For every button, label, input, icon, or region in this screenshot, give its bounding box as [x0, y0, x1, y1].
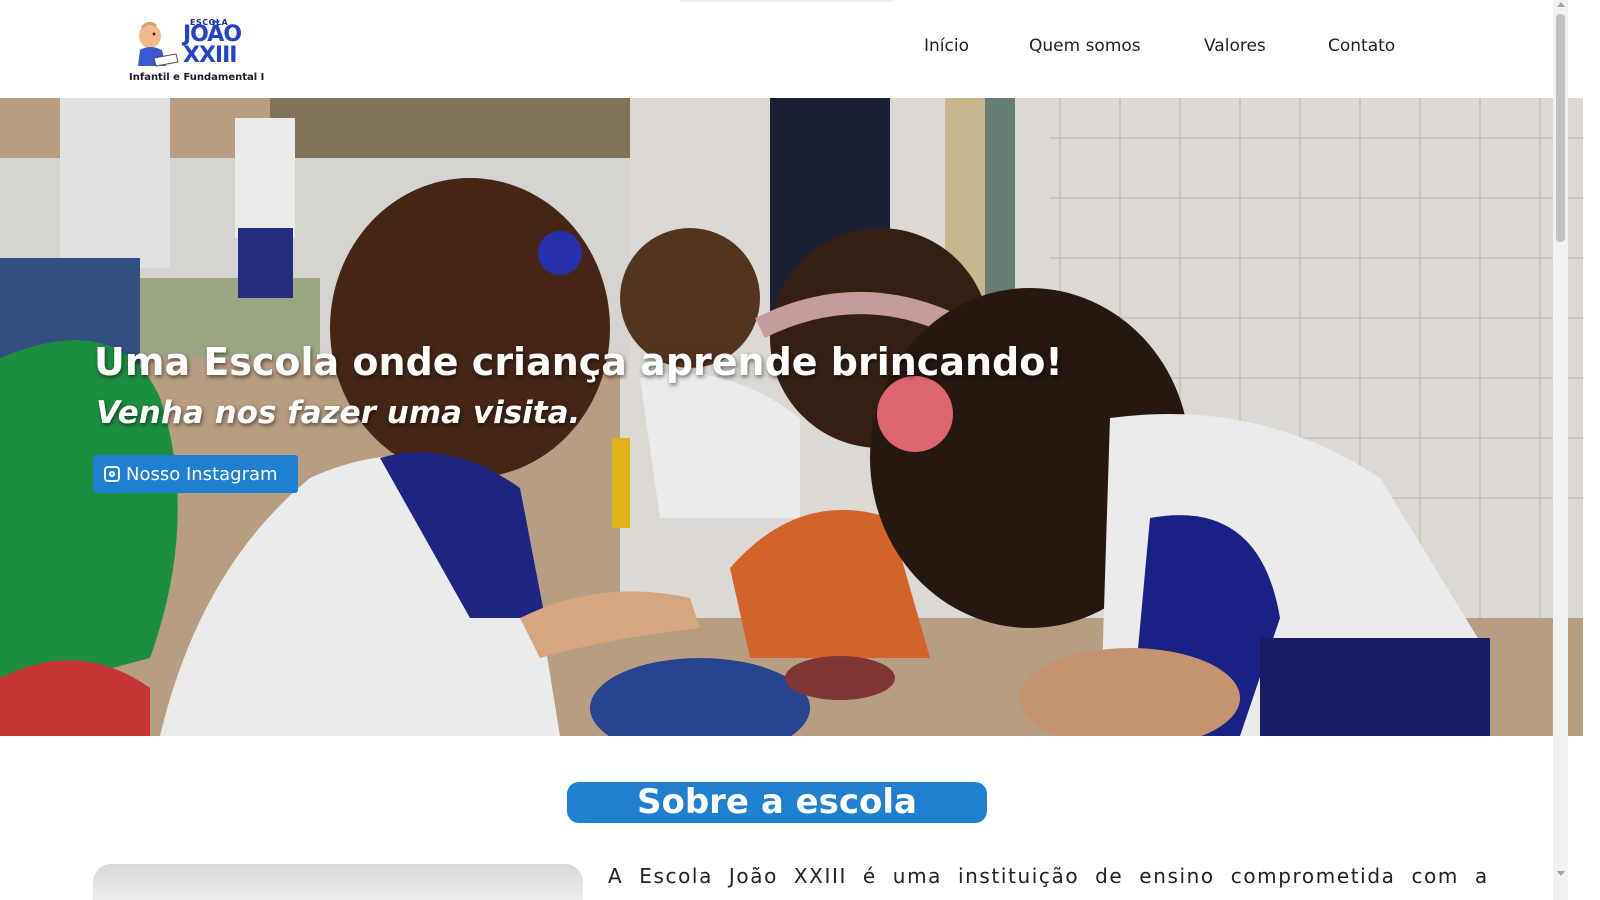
hero-subtitle: Venha nos fazer uma visita.	[96, 395, 581, 431]
nav-item-inicio[interactable]: Início	[924, 36, 969, 56]
section-title-sobre: Sobre a escola	[567, 782, 987, 823]
about-paragraph: A Escola João XXIII é uma instituição de…	[608, 864, 1489, 888]
instagram-button[interactable]: Nosso Instagram	[93, 455, 298, 493]
scrollbar-thumb[interactable]	[1556, 14, 1565, 242]
instagram-icon	[104, 466, 120, 482]
nav-item-valores[interactable]: Valores	[1204, 36, 1266, 56]
logo-name-line2: XXIII	[183, 43, 237, 68]
child-reading-mascot-icon	[138, 21, 179, 67]
logo-subtitle: Infantil e Fundamental I	[129, 72, 265, 83]
header-divider	[680, 0, 892, 2]
site-header: ESCOLA JOÃO XXIII Infantil e Fundamental…	[0, 0, 1583, 98]
nav-item-contato[interactable]: Contato	[1328, 36, 1395, 56]
instagram-button-label: Nosso Instagram	[126, 463, 278, 485]
scroll-down-arrow-icon[interactable]	[1557, 871, 1565, 876]
hero-banner: Uma Escola onde criança aprende brincand…	[0, 98, 1583, 736]
school-logo[interactable]: ESCOLA JOÃO XXIII Infantil e Fundamental…	[128, 14, 264, 88]
scroll-up-arrow-icon[interactable]	[1557, 2, 1565, 7]
hero-title: Uma Escola onde criança aprende brincand…	[94, 340, 1063, 384]
nav-item-quem-somos[interactable]: Quem somos	[1029, 36, 1141, 56]
about-school-image	[93, 864, 583, 900]
